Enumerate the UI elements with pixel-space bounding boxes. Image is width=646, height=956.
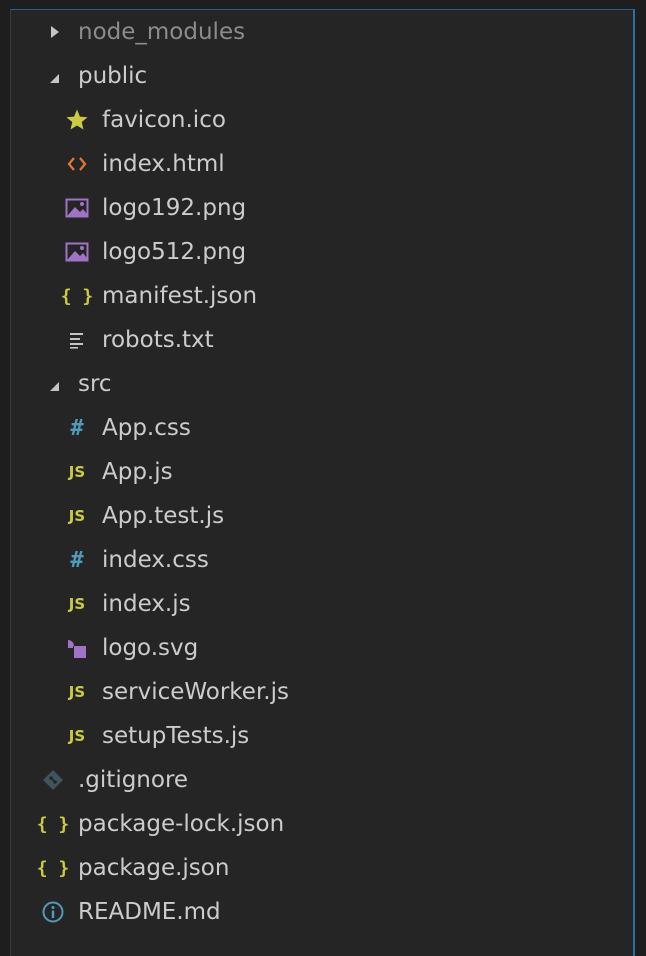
file-logo512-png[interactable]: logo512.png bbox=[11, 230, 633, 274]
javascript-icon: JS bbox=[68, 683, 86, 701]
file-label: package-lock.json bbox=[78, 811, 285, 837]
file-index-css[interactable]: # index.css bbox=[11, 538, 633, 582]
file-label: App.css bbox=[102, 415, 191, 441]
file-label: App.test.js bbox=[102, 503, 225, 529]
file-serviceworker-js[interactable]: JS serviceWorker.js bbox=[11, 670, 633, 714]
css-hash-icon: # bbox=[70, 415, 84, 441]
javascript-icon: JS bbox=[68, 463, 86, 481]
html-code-icon bbox=[63, 150, 91, 178]
file-index-js[interactable]: JS index.js bbox=[11, 582, 633, 626]
file-index-html[interactable]: index.html bbox=[11, 142, 633, 186]
file-label: logo.svg bbox=[102, 635, 199, 661]
chevron-down-icon[interactable] bbox=[39, 370, 67, 398]
file-label: index.js bbox=[102, 591, 191, 617]
file-manifest-json[interactable]: { } manifest.json bbox=[11, 274, 633, 318]
file-app-js[interactable]: JS App.js bbox=[11, 450, 633, 494]
text-lines-icon bbox=[63, 326, 91, 354]
image-icon bbox=[63, 194, 91, 222]
javascript-icon: JS bbox=[68, 507, 86, 525]
folder-src[interactable]: src bbox=[11, 362, 633, 406]
file-package-json[interactable]: { } package.json bbox=[11, 846, 633, 890]
chevron-down-icon[interactable] bbox=[39, 62, 67, 90]
json-braces-icon: { } bbox=[36, 813, 70, 835]
folder-label: node_modules bbox=[78, 19, 246, 45]
file-label: setupTests.js bbox=[102, 723, 250, 749]
file-app-test-js[interactable]: JS App.test.js bbox=[11, 494, 633, 538]
file-label: package.json bbox=[78, 855, 230, 881]
file-label: README.md bbox=[78, 899, 221, 925]
folder-public[interactable]: public bbox=[11, 54, 633, 98]
file-package-lock-json[interactable]: { } package-lock.json bbox=[11, 802, 633, 846]
file-label: favicon.ico bbox=[102, 107, 226, 133]
javascript-icon: JS bbox=[68, 727, 86, 745]
file-label: App.js bbox=[102, 459, 173, 485]
file-favicon-ico[interactable]: favicon.ico bbox=[11, 98, 633, 142]
json-braces-icon: { } bbox=[60, 285, 94, 307]
file-label: manifest.json bbox=[102, 283, 258, 309]
file-gitignore[interactable]: .gitignore bbox=[11, 758, 633, 802]
info-icon bbox=[39, 898, 67, 926]
file-label: logo192.png bbox=[102, 195, 247, 221]
file-logo192-png[interactable]: logo192.png bbox=[11, 186, 633, 230]
javascript-icon: JS bbox=[68, 595, 86, 613]
file-label: index.css bbox=[102, 547, 209, 573]
chevron-right-icon[interactable] bbox=[39, 18, 67, 46]
folder-node-modules[interactable]: node_modules bbox=[11, 10, 633, 54]
image-icon bbox=[63, 238, 91, 266]
file-readme-md[interactable]: README.md bbox=[11, 890, 633, 934]
star-icon bbox=[63, 106, 91, 134]
svg-shapes-icon bbox=[63, 634, 91, 662]
file-app-css[interactable]: # App.css bbox=[11, 406, 633, 450]
folder-label: src bbox=[78, 371, 112, 397]
folder-label: public bbox=[78, 63, 148, 89]
git-diamond-icon bbox=[39, 766, 67, 794]
file-label: .gitignore bbox=[78, 767, 189, 793]
json-braces-icon: { } bbox=[36, 857, 70, 879]
file-setuptests-js[interactable]: JS setupTests.js bbox=[11, 714, 633, 758]
file-label: robots.txt bbox=[102, 327, 214, 353]
file-label: index.html bbox=[102, 151, 225, 177]
file-logo-svg[interactable]: logo.svg bbox=[11, 626, 633, 670]
file-label: serviceWorker.js bbox=[102, 679, 289, 705]
file-label: logo512.png bbox=[102, 239, 247, 265]
file-robots-txt[interactable]: robots.txt bbox=[11, 318, 633, 362]
file-explorer-tree: node_modules public favicon.ico index.ht… bbox=[10, 9, 635, 956]
css-hash-icon: # bbox=[70, 547, 84, 573]
